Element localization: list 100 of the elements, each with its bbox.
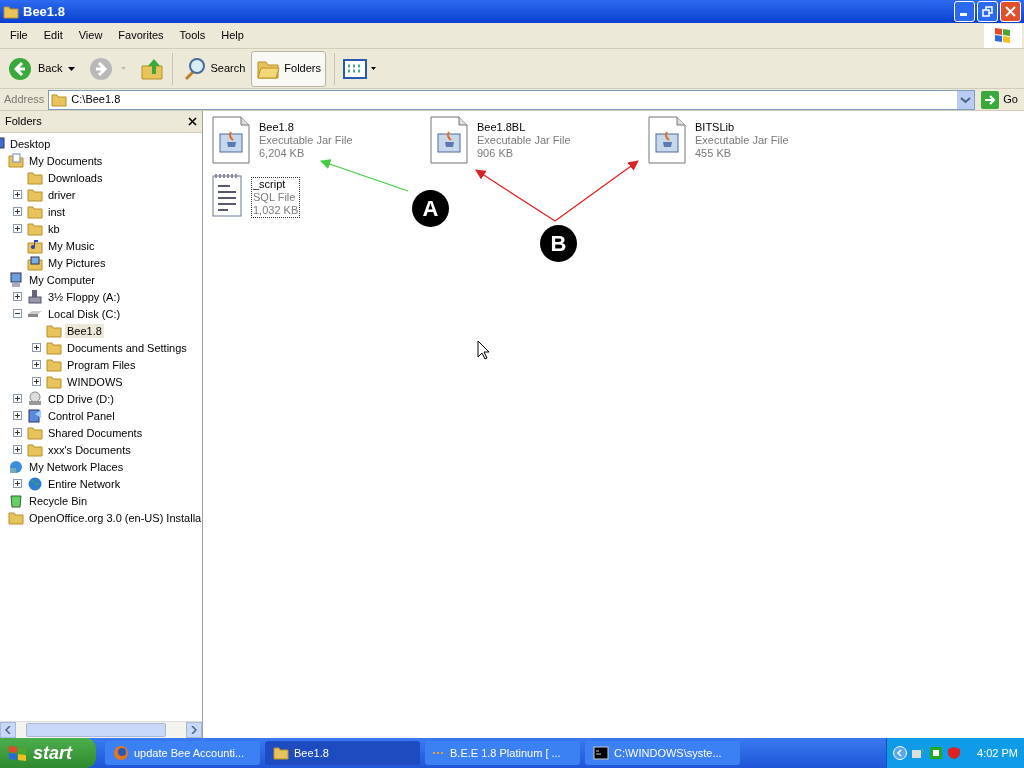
minimize-icon [960,13,967,16]
menu-item[interactable]: File [2,27,36,44]
menu-item[interactable]: View [70,27,111,44]
restore-icon [982,6,993,17]
tree-item[interactable]: Bee1.8 [65,323,104,338]
expand-toggle[interactable] [32,343,41,352]
expand-toggle[interactable] [13,224,22,233]
dropdown-caret-icon [121,67,127,70]
expand-toggle[interactable] [32,360,41,369]
tree-item[interactable]: Downloads [46,170,105,185]
search-button[interactable]: Search [181,56,248,81]
folder-icon [27,169,43,186]
mouse-cursor-icon [477,340,490,360]
taskbar-button[interactable]: C:\WINDOWS\syste... [585,741,740,765]
views-icon[interactable] [343,58,367,79]
tree-item[interactable]: inst [46,204,68,219]
file-size: 1,032 KB [253,204,299,217]
expand-toggle[interactable] [13,428,22,437]
go-button[interactable]: Go [979,90,1020,109]
folder-icon [46,322,62,339]
start-button[interactable]: start [0,738,96,768]
folder-icon [27,186,43,203]
horizontal-scrollbar[interactable] [0,721,202,738]
folders-button[interactable]: Folders [251,50,326,87]
plus-icon [15,396,20,401]
tree-item[interactable]: kb [46,221,62,236]
tree-item[interactable]: Recycle Bin [27,493,90,508]
close-icon[interactable] [188,117,197,126]
chevron-left-icon[interactable] [893,746,907,760]
tree-item[interactable]: Shared Documents [46,425,145,440]
expand-toggle[interactable] [13,445,22,454]
expand-toggle[interactable] [13,207,22,216]
tree-item[interactable]: WINDOWS [65,374,125,389]
folder-icon [27,441,43,458]
tree-item[interactable]: Control Panel [46,408,117,423]
folder-icon [3,3,19,20]
minimize-button[interactable] [954,1,975,22]
file-item[interactable]: Bee1.8 Executable Jar File 6,204 KB [211,116,355,164]
tree-item[interactable]: Desktop [8,136,53,151]
dropdown-caret-icon[interactable] [371,67,376,70]
square-tray-icon[interactable] [929,746,943,760]
expand-toggle[interactable] [13,292,22,301]
windows-logo-icon [984,23,1022,48]
taskbar-button[interactable]: Bee1.8 [265,741,420,765]
expand-toggle[interactable] [32,377,41,386]
plus-icon [34,345,39,350]
cd-drive-icon [27,390,43,407]
tree-item[interactable]: Local Disk (C:) [46,306,123,321]
window-title: Bee1.8 [23,2,66,21]
dropdown-caret-icon[interactable] [68,66,76,71]
tree-item[interactable]: driver [46,187,78,202]
tree-item[interactable]: My Music [46,238,97,253]
file-item[interactable]: _script SQL File 1,032 KB [211,172,301,218]
tree-item[interactable]: 3½ Floppy (A:) [46,289,123,304]
address-field[interactable]: C:\Bee1.8 [48,89,976,110]
expand-toggle[interactable] [13,190,22,199]
address-label: Address [4,92,45,108]
taskbar-button[interactable]: B.E.E 1.8 Platinum [ ... [425,741,580,765]
menu-item[interactable]: Edit [35,27,71,44]
tree-item[interactable]: My Documents [27,153,105,168]
tree-item[interactable]: My Computer [27,272,98,287]
restore-button[interactable] [977,1,998,22]
menu-item[interactable]: Tools [171,27,214,44]
folder-icon [46,339,62,356]
expand-toggle[interactable] [13,411,22,420]
menu-item[interactable]: Favorites [110,27,172,44]
expand-toggle[interactable] [13,394,22,403]
close-button[interactable] [1000,1,1021,22]
scroll-right-icon[interactable] [191,726,197,734]
floppy-drive-icon [27,288,43,305]
tree-item[interactable]: OpenOffice.org 3.0 (en-US) Installa [27,510,202,525]
collapse-toggle[interactable] [13,309,22,318]
tree-item[interactable]: xxx's Documents [46,442,133,457]
expand-toggle[interactable] [13,479,22,488]
search-icon [183,56,208,81]
menu-item[interactable]: Help [213,27,252,44]
file-item[interactable]: BITSLib Executable Jar File 455 KB [647,116,791,164]
back-button[interactable]: Back [6,56,65,81]
tree-item[interactable]: CD Drive (D:) [46,391,116,406]
scroll-left-icon[interactable] [5,726,11,734]
tree-item[interactable]: My Network Places [27,459,126,474]
plus-icon [15,430,20,435]
file-size: 6,204 KB [259,147,306,160]
annotation-marker: B [540,225,577,262]
folder-icon [51,91,68,108]
tree-item[interactable]: Documents and Settings [65,340,189,355]
folder-icon [27,424,43,441]
tree-item[interactable]: Entire Network [46,476,123,491]
tree-item[interactable]: Program Files [65,357,138,372]
console-icon [593,745,609,761]
clock: 4:02 PM [977,745,1018,761]
pictures-folder-icon [27,254,43,271]
plus-icon [15,413,20,418]
file-type: Executable Jar File [259,134,353,147]
file-type: Executable Jar File [477,134,571,147]
file-name: Bee1.8 [259,121,295,134]
documents-folder-icon [8,152,24,169]
taskbar-button[interactable]: update Bee Accounti... [105,741,260,765]
file-item[interactable]: Bee1.8BL Executable Jar File 906 KB [429,116,573,164]
tree-item[interactable]: My Pictures [46,255,108,270]
